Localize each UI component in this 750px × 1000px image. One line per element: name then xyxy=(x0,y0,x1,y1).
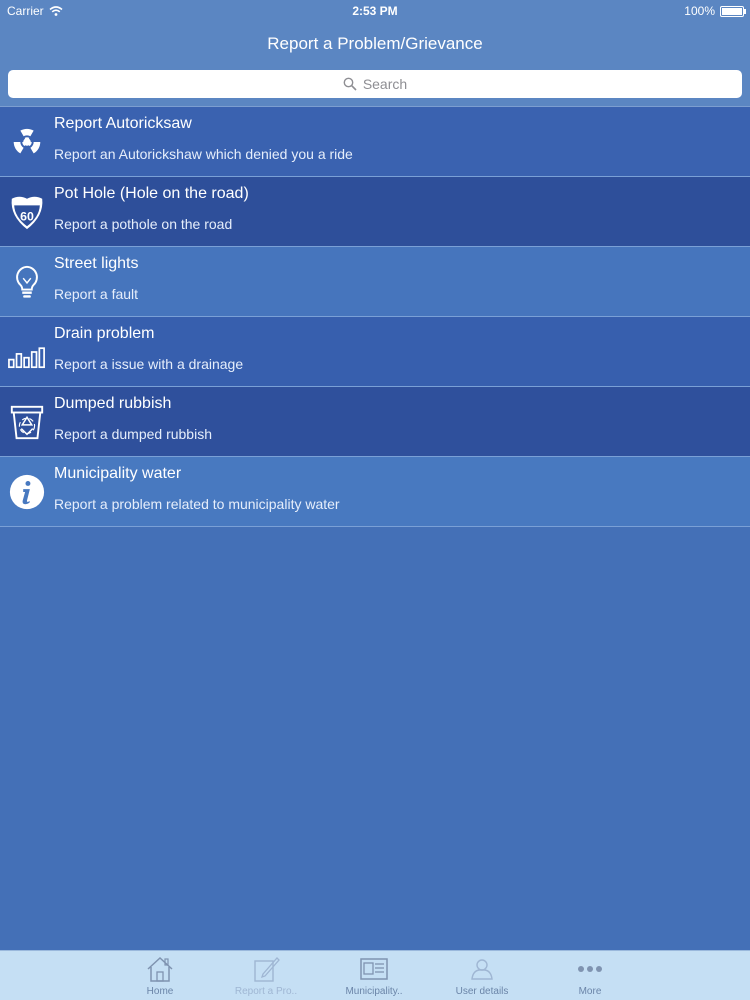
tab-municipality[interactable]: Municipality.. xyxy=(324,951,424,1000)
user-icon xyxy=(471,959,493,980)
list-item[interactable]: 60 Pot Hole (Hole on the road) Report a … xyxy=(0,177,750,247)
list-item[interactable]: Street lights Report a fault xyxy=(0,247,750,317)
item-title: Report Autoricksaw xyxy=(54,115,192,132)
item-title: Street lights xyxy=(54,255,139,272)
info-icon xyxy=(9,474,45,510)
home-icon xyxy=(147,956,173,982)
list-item[interactable]: Report Autoricksaw Report an Autoricksha… xyxy=(0,107,750,177)
search-bar: Search xyxy=(0,66,750,107)
tab-user-details[interactable]: User details xyxy=(432,951,532,1000)
status-right: 100% xyxy=(684,4,746,18)
radiation-icon xyxy=(13,128,41,154)
tab-home[interactable]: Home xyxy=(110,951,210,1000)
signal-bars-icon xyxy=(8,347,45,369)
tab-label: Home xyxy=(146,986,174,997)
recycle-bin-icon xyxy=(10,405,44,440)
item-subtitle: Report a fault xyxy=(54,286,139,302)
problem-list: Report Autoricksaw Report an Autoricksha… xyxy=(0,107,750,527)
lightbulb-icon xyxy=(16,265,38,298)
item-title: Pot Hole (Hole on the road) xyxy=(54,185,249,202)
search-placeholder: Search xyxy=(362,76,408,92)
item-title: Drain problem xyxy=(54,325,155,342)
nav-bar: Report a Problem/Grievance xyxy=(0,22,750,66)
tab-label: User details xyxy=(455,986,509,997)
list-item[interactable]: Drain problem Report a issue with a drai… xyxy=(0,317,750,387)
svg-text:60: 60 xyxy=(20,210,34,224)
more-icon xyxy=(578,966,602,972)
item-subtitle: Report a issue with a drainage xyxy=(54,356,244,372)
list-item[interactable]: Municipality water Report a problem rela… xyxy=(0,457,750,527)
battery-percent: 100% xyxy=(684,4,715,18)
tab-label: More xyxy=(578,986,602,997)
list-item[interactable]: Dumped rubbish Report a dumped rubbish xyxy=(0,387,750,457)
edit-icon xyxy=(254,957,280,982)
tab-more[interactable]: More xyxy=(540,951,640,1000)
item-subtitle: Report a problem related to municipality… xyxy=(54,496,340,512)
item-title: Dumped rubbish xyxy=(54,395,172,412)
tab-report[interactable]: Report a Pro.. xyxy=(216,951,316,1000)
status-bar: Carrier 2:53 PM 100% xyxy=(0,0,750,22)
search-input[interactable]: Search xyxy=(8,70,742,98)
highway-shield-icon: 60 xyxy=(11,196,43,230)
item-subtitle: Report a dumped rubbish xyxy=(54,426,212,442)
tab-label: Municipality.. xyxy=(345,986,403,997)
page-title: Report a Problem/Grievance xyxy=(267,34,483,53)
tab-bar: Home Report a Pro.. Municipality.. User … xyxy=(0,950,750,1000)
search-icon xyxy=(343,77,357,91)
item-title: Municipality water xyxy=(54,465,182,482)
status-time: 2:53 PM xyxy=(352,4,398,18)
item-subtitle: Report an Autorickshaw which denied you … xyxy=(54,146,353,162)
tab-label: Report a Pro.. xyxy=(234,986,298,997)
id-card-icon xyxy=(360,958,388,980)
item-subtitle: Report a pothole on the road xyxy=(54,216,233,232)
battery-icon xyxy=(720,5,746,17)
